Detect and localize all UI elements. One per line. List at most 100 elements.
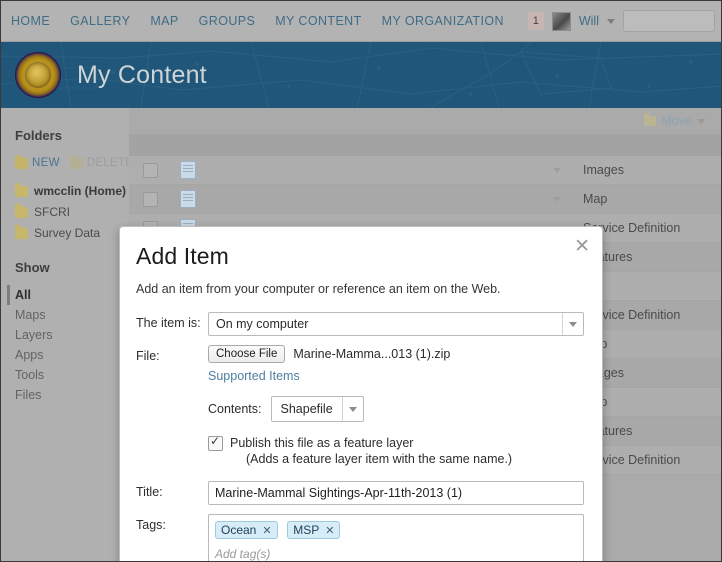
page-title: My Content [77, 60, 207, 89]
nav-link-groups[interactable]: GROUPS [199, 14, 256, 28]
chevron-down-icon[interactable] [341, 397, 363, 421]
chevron-down-icon[interactable] [553, 196, 561, 202]
page-banner: ★ My Content [1, 42, 721, 108]
move-button-label: Move [661, 114, 692, 128]
dialog-subtitle: Add an item from your computer or refere… [136, 282, 501, 296]
dialog-title: Add Item [136, 243, 229, 269]
publish-row: Publish this file as a feature layer (Ad… [208, 434, 584, 467]
remove-tag-icon[interactable]: ✕ [262, 524, 271, 537]
row-type: Features [583, 250, 633, 264]
page-body: Folders NEW DELETE wmcclin (Home) SFCRI [1, 108, 721, 561]
sidebar-folder-label: Survey Data [34, 226, 101, 240]
sidebar-folder-home[interactable]: wmcclin (Home) [15, 182, 129, 198]
chevron-down-icon[interactable] [607, 18, 615, 24]
user-name-label[interactable]: Will [579, 14, 599, 28]
row-checkbox[interactable] [143, 191, 158, 207]
nav-link-my-content[interactable]: MY CONTENT [275, 14, 361, 28]
tag-label: MSP [293, 523, 320, 537]
sidebar-folder-sfcri[interactable]: SFCRI [15, 203, 129, 219]
row-checkbox[interactable] [143, 162, 158, 178]
row-type: Images [583, 163, 624, 177]
row-type: Features [583, 424, 633, 438]
sidebar-folder-label: wmcclin (Home) [34, 184, 127, 198]
row-type: Images [583, 366, 624, 380]
folder-icon [15, 203, 28, 218]
row-type: Map [583, 337, 721, 351]
tag-label: Ocean [221, 523, 257, 537]
seal-emblem: ★ [32, 67, 44, 82]
nav-link-map[interactable]: MAP [150, 14, 178, 28]
file-label: File: [136, 349, 160, 363]
tag-chip[interactable]: MSP ✕ [287, 521, 341, 539]
row-type: Service Definition [583, 221, 681, 235]
content-list-toolbar: Move [129, 108, 721, 134]
tag-placeholder[interactable]: Add tag(s) [215, 547, 577, 561]
app-window: HOME GALLERY MAP GROUPS MY CONTENT MY OR… [0, 0, 722, 562]
contents-select[interactable]: Shapefile [270, 396, 364, 422]
nav-link-gallery[interactable]: GALLERY [70, 14, 130, 28]
item-is-control: On my computer [208, 312, 584, 336]
item-type-icon [180, 190, 196, 208]
sidebar-folder-actions: NEW DELETE [15, 154, 133, 169]
tags-row: Tags: Ocean ✕ MSP ✕ Add tag(s) [136, 514, 584, 561]
publish-label: Publish this file as a feature layer [230, 436, 414, 450]
sidebar-item-files[interactable]: Files [7, 385, 129, 405]
choose-file-button[interactable]: Choose File [208, 345, 286, 363]
supported-items-link[interactable]: Supported Items [208, 369, 300, 383]
remove-tag-icon[interactable]: ✕ [325, 524, 334, 537]
nav-link-home[interactable]: HOME [11, 14, 50, 28]
file-chooser-line: Choose File Marine-Mamma...013 (1).zip [208, 345, 584, 363]
sidebar-folder-label: SFCRI [34, 205, 70, 219]
item-type-icon [180, 161, 196, 179]
publish-text-block: Publish this file as a feature layer (Ad… [230, 435, 512, 467]
move-folder-icon [644, 113, 657, 126]
tag-chip[interactable]: Ocean ✕ [215, 521, 278, 539]
item-is-select[interactable]: On my computer [208, 312, 584, 336]
item-is-row: The item is: On my computer [136, 312, 584, 336]
title-input[interactable] [208, 481, 584, 505]
row-type: Service Definition [583, 453, 681, 467]
banner-content: ★ My Content [1, 42, 721, 108]
chevron-down-icon[interactable] [562, 313, 583, 335]
contents-value: Shapefile [280, 402, 333, 416]
close-icon[interactable]: ✕ [574, 237, 590, 256]
folder-icon [15, 182, 28, 197]
row-type: Map [583, 395, 721, 409]
selected-file-name: Marine-Mamma...013 (1).zip [293, 347, 451, 361]
avatar[interactable] [551, 11, 571, 31]
table-row[interactable]: Images [129, 156, 721, 185]
sidebar-item-all[interactable]: All [7, 285, 129, 305]
folder-icon [15, 224, 28, 239]
new-folder-button[interactable]: NEW [15, 154, 60, 169]
delete-folder-icon [69, 154, 83, 169]
chevron-down-icon[interactable] [553, 167, 561, 173]
move-button[interactable]: Move [644, 113, 705, 128]
sidebar: Folders NEW DELETE wmcclin (Home) SFCRI [1, 108, 133, 561]
delete-folder-button[interactable]: DELETE [69, 154, 134, 169]
search-input[interactable] [623, 10, 715, 32]
file-control: Choose File Marine-Mamma...013 (1).zip S… [208, 345, 584, 467]
delete-folder-label: DELETE [86, 157, 134, 169]
sidebar-item-tools[interactable]: Tools [7, 365, 129, 385]
table-row[interactable]: Map [129, 185, 721, 214]
organization-seal-icon: ★ [15, 52, 61, 98]
primary-nav-links: HOME GALLERY MAP GROUPS MY CONTENT MY OR… [11, 14, 504, 28]
publish-checkbox[interactable] [208, 434, 223, 451]
top-navigation-bar: HOME GALLERY MAP GROUPS MY CONTENT MY OR… [1, 1, 721, 42]
sidebar-folders-heading: Folders [15, 128, 62, 143]
tags-control: Ocean ✕ MSP ✕ Add tag(s) [208, 514, 584, 561]
sidebar-item-apps[interactable]: Apps [7, 345, 129, 365]
item-is-value: On my computer [216, 317, 309, 331]
sidebar-show-heading: Show [15, 260, 50, 275]
sidebar-folder-survey-data[interactable]: Survey Data [15, 224, 129, 240]
title-label: Title: [136, 485, 163, 499]
nav-link-my-organization[interactable]: MY ORGANIZATION [382, 14, 504, 28]
sidebar-item-layers[interactable]: Layers [7, 325, 129, 345]
nav-right-cluster: 1 Will [527, 10, 721, 32]
sidebar-item-maps[interactable]: Maps [7, 305, 129, 325]
row-type: Map [583, 192, 608, 206]
publish-sublabel: (Adds a feature layer item with the same… [246, 452, 513, 466]
file-row: File: Choose File Marine-Mamma...013 (1)… [136, 345, 584, 467]
notification-badge[interactable]: 1 [527, 12, 544, 30]
tags-input-box[interactable]: Ocean ✕ MSP ✕ Add tag(s) [208, 514, 584, 561]
